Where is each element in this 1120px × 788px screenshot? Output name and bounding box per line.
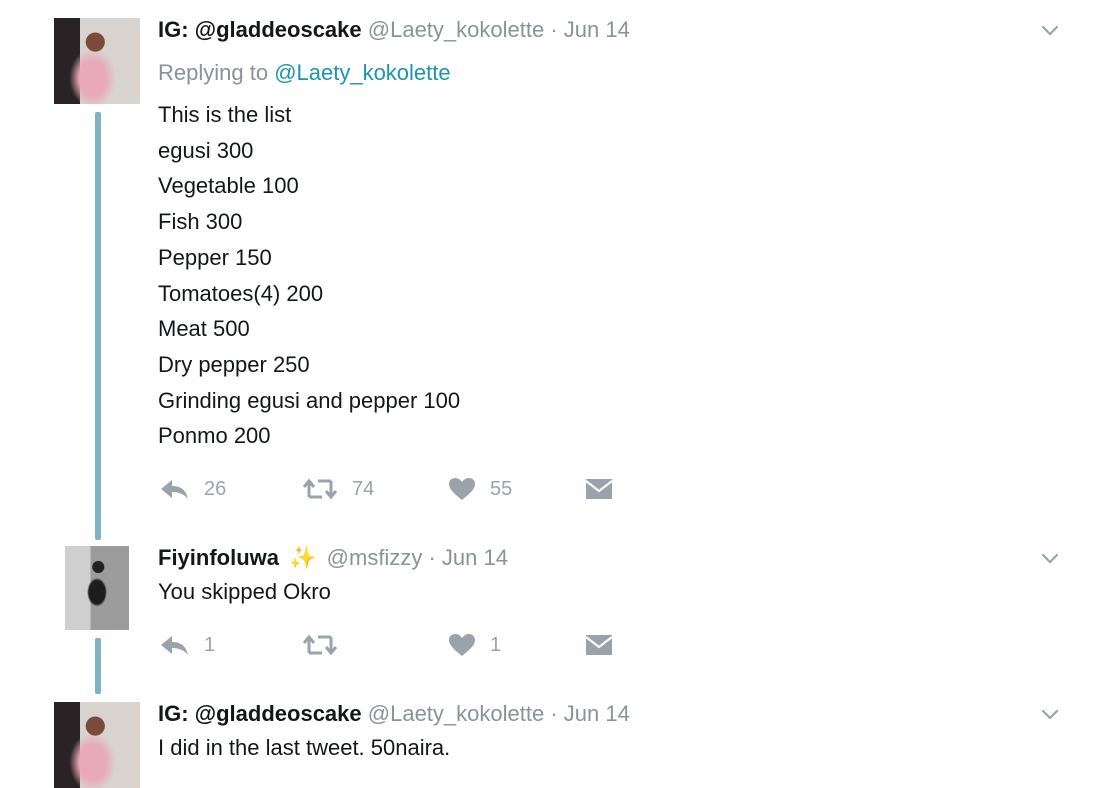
tweet-line: egusi 300: [158, 137, 254, 163]
replying-to-link[interactable]: @Laety_kokolette: [274, 60, 450, 85]
tweet-actions: 26 74 55: [158, 474, 658, 504]
reply-count: 1: [204, 633, 216, 656]
tweet-header: IG: @gladdeoscake @Laety_kokolette · Jun…: [158, 701, 630, 727]
display-name[interactable]: Fiyinfoluwa: [158, 545, 279, 570]
tweet-text: I did in the last tweet. 50naira.: [158, 730, 450, 766]
tweet-actions: 1 1: [158, 630, 658, 660]
reply-count: 26: [204, 477, 227, 500]
username[interactable]: @Laety_kokolette: [368, 17, 544, 42]
username[interactable]: @msfizzy: [327, 545, 423, 570]
avatar[interactable]: [65, 546, 129, 630]
display-name[interactable]: IG: @gladdeoscake: [158, 17, 362, 42]
avatar[interactable]: [54, 702, 140, 788]
like-button[interactable]: 55: [448, 474, 512, 504]
chevron-down-icon[interactable]: [1040, 548, 1060, 568]
avatar[interactable]: [54, 18, 140, 104]
tweet-line: Vegetable 100: [158, 173, 299, 199]
retweet-button[interactable]: 74: [302, 474, 374, 504]
chevron-down-icon[interactable]: [1040, 704, 1060, 724]
sparkle-emoji: ✨: [289, 545, 317, 570]
tweet-header: Fiyinfoluwa ✨ @msfizzy · Jun 14: [158, 545, 508, 571]
separator-dot: ·: [428, 545, 436, 570]
message-icon: [585, 635, 613, 655]
tweet-date[interactable]: Jun 14: [564, 701, 630, 726]
like-count: 55: [490, 477, 513, 500]
tweet[interactable]: Fiyinfoluwa ✨ @msfizzy · Jun 14 You skip…: [0, 540, 1120, 690]
tweet-date[interactable]: Jun 14: [442, 545, 508, 570]
tweet-line: Meat 500: [158, 316, 250, 342]
reply-button[interactable]: 26: [158, 474, 226, 504]
like-count: 1: [490, 633, 502, 656]
tweet-line: You skipped Okro: [158, 579, 331, 604]
tweet-line: Fish 300: [158, 209, 243, 235]
tweet-line: I did in the last tweet. 50naira.: [158, 735, 451, 760]
replying-to-prefix: Replying to: [158, 60, 275, 85]
reply-icon: [161, 480, 188, 499]
tweet[interactable]: IG: @gladdeoscake @Laety_kokolette · Jun…: [0, 692, 1120, 788]
username[interactable]: @Laety_kokolette: [368, 701, 544, 726]
direct-message-button[interactable]: [584, 630, 614, 660]
tweet-line: Ponmo 200: [158, 423, 271, 449]
retweet-count: 74: [352, 477, 375, 500]
tweet-header: IG: @gladdeoscake @Laety_kokolette · Jun…: [158, 17, 630, 43]
heart-icon: [449, 634, 475, 656]
message-icon: [585, 479, 613, 499]
replying-to: Replying to @Laety_kokolette: [158, 60, 451, 86]
tweet-line: Grinding egusi and pepper 100: [158, 387, 461, 413]
display-name[interactable]: IG: @gladdeoscake: [158, 701, 362, 726]
tweet[interactable]: IG: @gladdeoscake @Laety_kokolette · Jun…: [0, 0, 1120, 530]
reply-button[interactable]: 1: [158, 630, 215, 660]
like-button[interactable]: 1: [448, 630, 501, 660]
tweet-line: This is the list: [158, 102, 292, 127]
tweet-line: Dry pepper 250: [158, 351, 310, 377]
heart-icon: [449, 478, 475, 500]
reply-icon: [161, 636, 188, 655]
tweet-text: This is the list egusi 300 Vegetable 100…: [158, 97, 460, 454]
tweet-line: Tomatoes(4) 200: [158, 280, 324, 306]
tweet-text: You skipped Okro: [158, 574, 331, 610]
retweet-button[interactable]: [302, 630, 352, 660]
retweet-icon: [302, 634, 338, 656]
direct-message-button[interactable]: [584, 474, 614, 504]
tweet-date[interactable]: Jun 14: [564, 17, 630, 42]
chevron-down-icon[interactable]: [1040, 20, 1060, 40]
retweet-icon: [302, 478, 338, 500]
tweet-line: Pepper 150: [158, 244, 272, 270]
separator-dot: ·: [550, 701, 558, 726]
separator-dot: ·: [550, 17, 558, 42]
